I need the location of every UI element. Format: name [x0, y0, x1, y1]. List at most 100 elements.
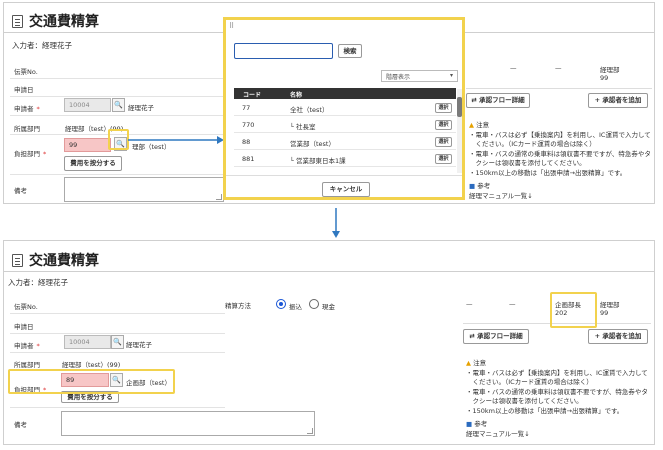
caution-title: 注意	[473, 359, 487, 367]
date-label: 申請日	[14, 86, 34, 94]
drag-handle-icon[interactable]: ⠿	[229, 22, 234, 30]
approver-number: 99	[600, 309, 609, 317]
approver-dash: —	[466, 300, 473, 308]
approver-dash: —	[509, 300, 516, 308]
voucher-no-label: 伝票No.	[14, 68, 38, 76]
manual-link[interactable]: 経理マニュアル一覧↓	[466, 430, 654, 440]
remarks-textarea[interactable]	[64, 177, 224, 202]
caution-line: クシーは領収書を添付してください。	[469, 159, 586, 167]
payment-transfer-label: 振込	[289, 303, 302, 311]
warning-icon: ▲	[466, 359, 471, 367]
modal-scrollbar[interactable]	[457, 89, 462, 173]
document-icon	[12, 253, 23, 267]
approver-dash: —	[510, 64, 517, 72]
department-label: 所属部門	[14, 125, 40, 133]
row-divider	[10, 333, 225, 334]
table-row: 770 └ 社長室 選択	[234, 117, 456, 133]
applicant-code-field: 10004	[64, 335, 111, 349]
table-row: 88 営業部（test） 選択	[234, 134, 456, 150]
modal-search-button[interactable]: 検索	[338, 44, 362, 58]
caution-line: ・150km以上の移動は「出張申請→出張精算」です。	[466, 406, 624, 415]
row-name: └ 社長室	[290, 123, 316, 131]
approver-highlight	[550, 292, 597, 328]
row-name: 全社（test）	[290, 106, 329, 114]
caution-line: ください。（ICカード運賃の場合は除く）	[469, 140, 596, 148]
caution-line: クシーは領収書を添付してください。	[466, 397, 583, 405]
cost-dept-code-field[interactable]: 99	[64, 138, 111, 152]
department-label: 所属部門	[14, 361, 40, 369]
row-divider	[10, 313, 225, 314]
applicant-name: 経理花子	[126, 341, 152, 349]
row-divider	[10, 352, 225, 353]
modal-search-input[interactable]	[234, 43, 333, 59]
applicant-search-icon[interactable]: 🔍	[112, 98, 125, 112]
date-label: 申請日	[14, 323, 34, 331]
cost-dept-highlight	[8, 369, 175, 394]
scrollbar-thumb[interactable]	[457, 97, 462, 117]
input-user-label: 入力者：経理花子	[12, 41, 72, 50]
applicant-label: 申請者 *	[14, 342, 40, 350]
add-approver-button[interactable]: + 承認者を追加	[588, 329, 648, 344]
approval-flow-detail-button[interactable]: ⇄ 承認フロー詳細	[463, 329, 529, 344]
info-icon: ■	[469, 182, 476, 190]
display-mode-value: 階層表示	[386, 74, 411, 81]
chevron-down-icon: ▾	[449, 72, 453, 79]
page-title: 交通費精算	[29, 14, 99, 30]
modal-footer-divider	[226, 175, 462, 176]
page-title-row: 交通費精算	[12, 11, 99, 31]
department-value: 経理部（test）(99)	[62, 361, 121, 369]
voucher-no-label: 伝票No.	[14, 303, 38, 311]
flow-icon: ⇄	[471, 96, 477, 104]
applicant-name: 経理花子	[128, 104, 154, 112]
row-divider	[10, 174, 225, 175]
row-divider	[10, 407, 225, 408]
payment-cash-radio[interactable]	[309, 299, 319, 309]
cost-dept-label: 負担部門 *	[14, 150, 47, 158]
approval-flow-detail-button[interactable]: ⇄ 承認フロー詳細	[466, 93, 530, 108]
select-row-button[interactable]: 選択	[435, 154, 452, 164]
page-title-row: 交通費精算	[12, 250, 99, 270]
table-row: 77 全社（test） 選択	[234, 100, 456, 116]
approver-divider	[466, 88, 652, 89]
row-code: 77	[242, 104, 251, 112]
approver-dept: 経理部	[600, 301, 620, 309]
reference-title: 参考	[477, 182, 491, 190]
warning-icon: ▲	[469, 121, 474, 129]
select-row-button[interactable]: 選択	[435, 103, 452, 113]
approver-dept: 経理部	[600, 66, 620, 74]
notes-box: ▲ 注意 ・電車・バスは必ず【乗換案内】を利用し、IC運賃で入力して ください。…	[469, 121, 654, 201]
manual-link[interactable]: 経理マニュアル一覧↓	[469, 192, 654, 202]
applicant-code-field: 10004	[64, 98, 111, 112]
pointer-arrow	[128, 136, 224, 144]
add-approver-button[interactable]: + 承認者を追加	[588, 93, 648, 108]
input-user-label: 入力者：経理花子	[8, 278, 68, 287]
select-row-button[interactable]: 選択	[435, 120, 452, 130]
department-select-modal: ⠿ 検索 階層表示 ▾ コード 名称 77 全社（test） 選択 770 └ …	[223, 17, 465, 200]
row-divider	[10, 115, 225, 116]
split-cost-button[interactable]: 費用を按分する	[64, 156, 122, 171]
document-icon	[12, 14, 23, 28]
applicant-search-icon[interactable]: 🔍	[111, 335, 124, 349]
display-mode-select[interactable]: 階層表示 ▾	[381, 70, 458, 82]
caution-title: 注意	[476, 121, 490, 129]
caution-line: ・150km以上の移動は「出張申請→出張精算」です。	[469, 168, 627, 177]
info-icon: ■	[466, 420, 473, 428]
notes-box: ▲ 注意 ・電車・バスは必ず【乗換案内】を利用し、IC運賃で入力して ください。…	[466, 359, 654, 439]
reference-title: 参考	[474, 420, 488, 428]
search-icon-highlight	[108, 129, 129, 150]
remarks-textarea[interactable]	[61, 411, 315, 436]
caution-line: ・電車・バスの通常の乗車料は領収書不要ですが、特急券やタ	[466, 387, 648, 396]
col-code-header: コード	[243, 92, 262, 99]
caution-line: ください。（ICカード運賃の場合は除く）	[466, 378, 593, 386]
payment-transfer-radio[interactable]	[276, 299, 286, 309]
approver-dash: —	[555, 64, 562, 72]
select-row-button[interactable]: 選択	[435, 137, 452, 147]
down-arrow	[332, 208, 340, 238]
col-name-header: 名称	[290, 92, 303, 99]
cancel-button[interactable]: キャンセル	[322, 182, 370, 197]
approver-number: 99	[600, 74, 609, 82]
row-name: 営業部（test）	[290, 140, 335, 148]
remarks-label: 備考	[14, 187, 27, 195]
caution-line: ・電車・バスは必ず【乗換案内】を利用し、IC運賃で入力して	[466, 368, 648, 377]
remarks-label: 備考	[14, 421, 27, 429]
